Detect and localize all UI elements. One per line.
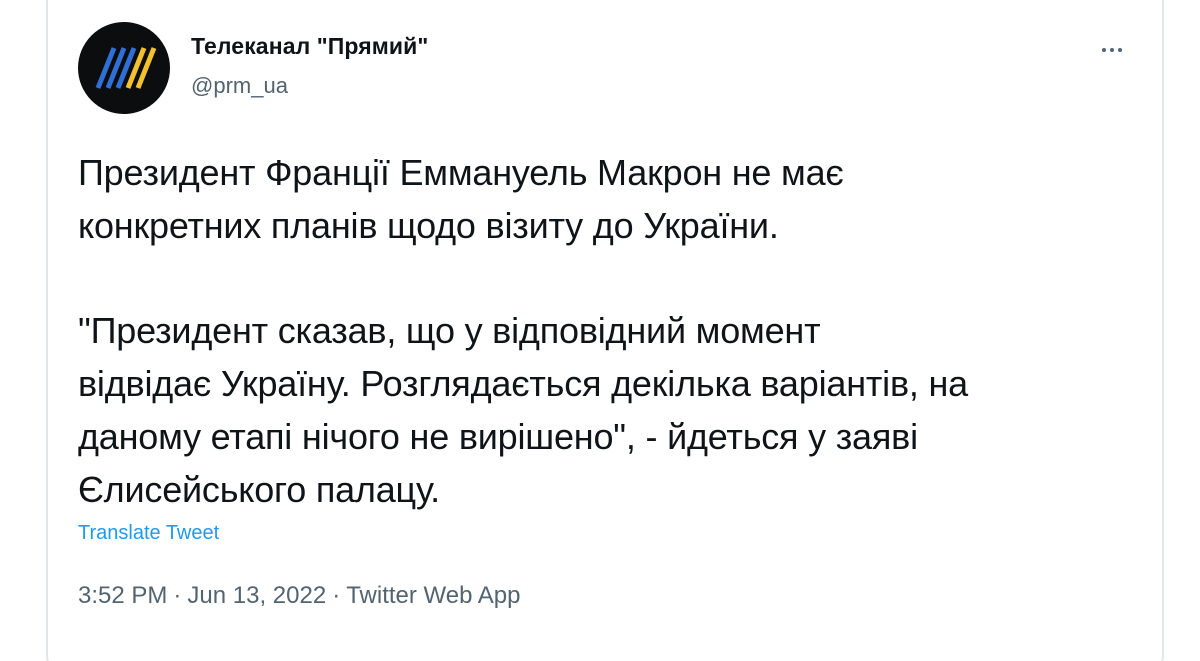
tweet-source-link[interactable]: Twitter Web App <box>346 582 520 609</box>
tweet-text: Президент Франції Еммануель Макрон не ма… <box>78 146 1158 516</box>
more-horizontal-icon <box>1102 48 1106 52</box>
meta-separator: · <box>332 582 341 609</box>
tweet-meta: 3:52 PM · Jun 13, 2022 · Twitter Web App <box>78 582 521 610</box>
author-handle[interactable]: @prm_ua <box>191 73 288 99</box>
more-horizontal-icon-dot <box>1118 48 1122 52</box>
more-options-button[interactable] <box>1094 38 1130 62</box>
tweet-paragraph: "Президент сказав, що у відповідний моме… <box>78 310 968 510</box>
translate-tweet-link[interactable]: Translate Tweet <box>78 522 219 545</box>
tweet-paragraph: Президент Франції Еммануель Макрон не ма… <box>78 152 844 246</box>
tweet-time[interactable]: 3:52 PM <box>78 582 167 609</box>
avatar[interactable] <box>78 22 170 114</box>
screenshot-frame: Телеканал "Прямий" @prm_ua Президент Фра… <box>0 0 1200 661</box>
tweet-date[interactable]: Jun 13, 2022 <box>187 582 326 609</box>
prm-stripes-logo-icon <box>95 47 157 89</box>
meta-separator: · <box>173 582 182 609</box>
more-horizontal-icon-dot <box>1110 48 1114 52</box>
author-display-name[interactable]: Телеканал "Прямий" <box>191 33 428 60</box>
